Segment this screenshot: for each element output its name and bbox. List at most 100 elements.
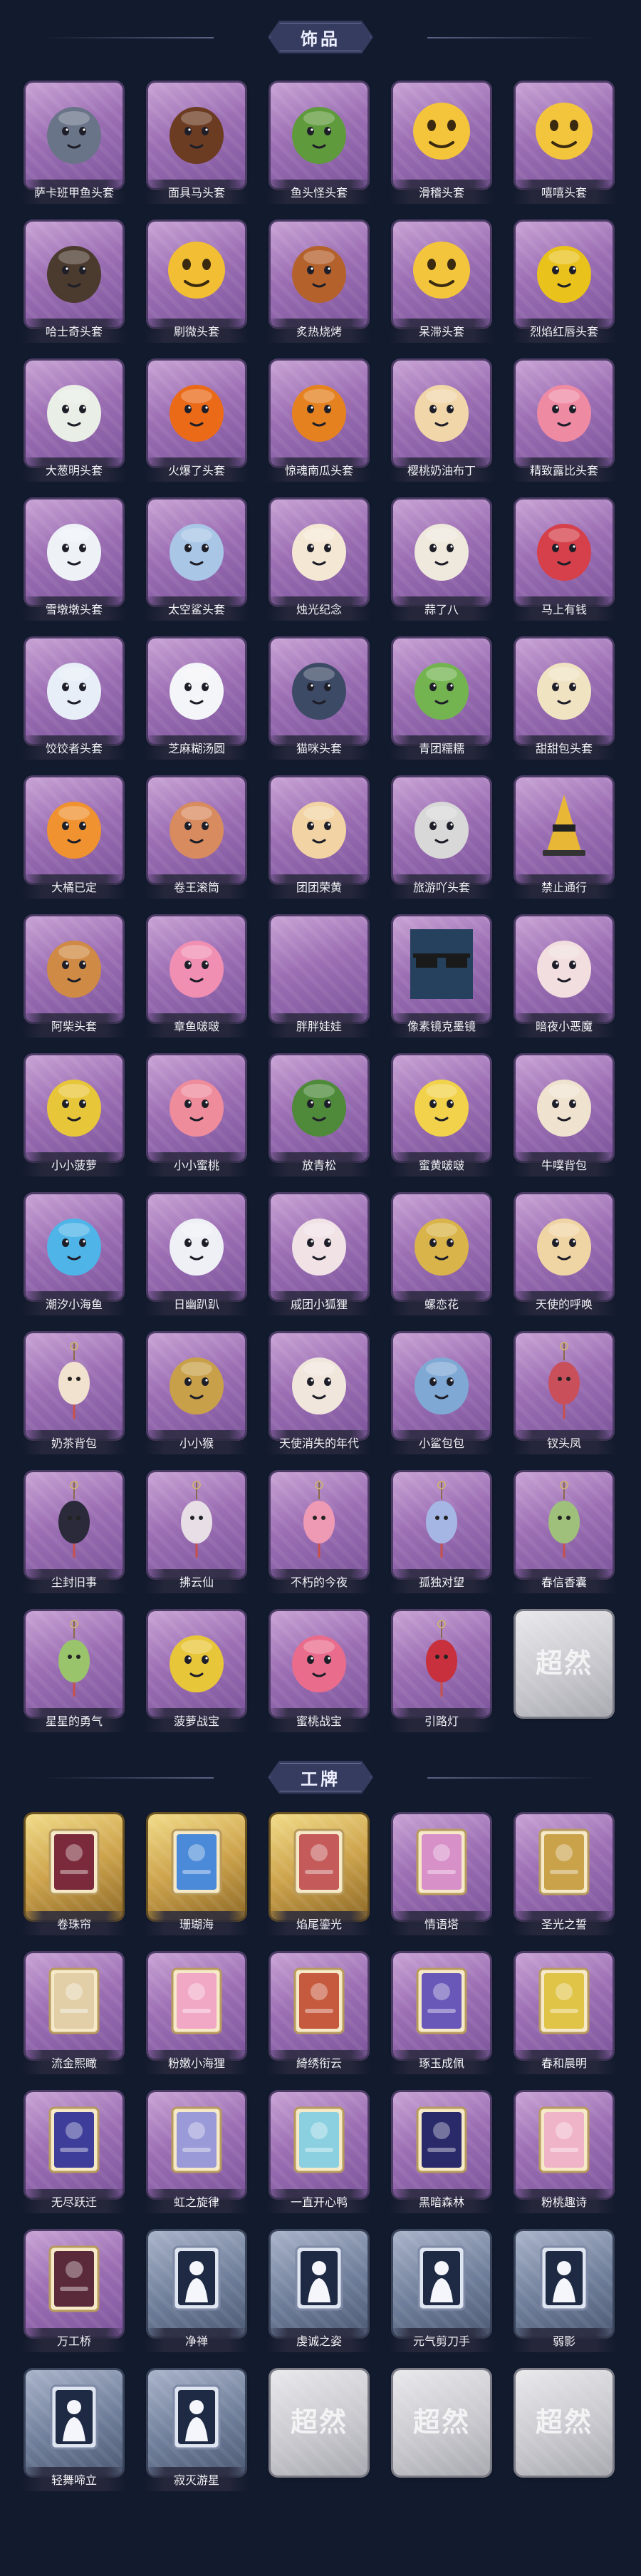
badge-item[interactable]: 虔诚之姿 [266, 2231, 372, 2352]
accessory-item[interactable]: 潮汐小海鱼 [21, 1194, 127, 1315]
item-card-frame [26, 638, 123, 744]
badge-item[interactable]: 粉嫩小海狸 [144, 1953, 249, 2074]
accessory-item[interactable]: 蜜黄啵啵 [389, 1055, 494, 1176]
badge-item[interactable]: 珊瑚海 [144, 1814, 249, 1935]
accessory-item[interactable]: 放青松 [266, 1055, 372, 1176]
accessory-item[interactable]: 猫咪头套 [266, 638, 372, 760]
badge-item[interactable]: 元气剪刀手 [389, 2231, 494, 2352]
accessory-item[interactable]: 甜甜包头套 [511, 638, 617, 760]
accessory-item[interactable]: 马上有钱 [511, 500, 617, 621]
badge-item[interactable]: 净禅 [144, 2231, 249, 2352]
accessory-item[interactable]: 青团糯糯 [389, 638, 494, 760]
badge-item[interactable]: 卷珠帘 [21, 1814, 127, 1935]
smirk-emoji-icon [413, 103, 470, 160]
accessory-item[interactable]: 小鲨包包 [389, 1333, 494, 1454]
accessory-item[interactable]: 小小蜜桃 [144, 1055, 249, 1176]
badge-item[interactable]: 轻舞啼立 [21, 2370, 127, 2491]
accessory-item[interactable]: 超然 [511, 1611, 617, 1732]
accessory-item[interactable]: 大橘已定 [21, 777, 127, 899]
accessory-item[interactable]: 小小菠萝 [21, 1055, 127, 1176]
badge-item[interactable]: 琢玉成佩 [389, 1953, 494, 2074]
badge-card-icon [538, 1828, 590, 1895]
accessory-item[interactable]: 饺饺者头套 [21, 638, 127, 760]
badge-item[interactable]: 圣光之誓 [511, 1814, 617, 1935]
accessory-item[interactable]: 精致露比头套 [511, 361, 617, 482]
accessory-item[interactable]: 惊魂南瓜头套 [266, 361, 372, 482]
accessory-item[interactable]: 天使的呼唤 [511, 1194, 617, 1315]
badge-item[interactable]: 黑暗森林 [389, 2092, 494, 2213]
item-card-frame [26, 2231, 123, 2337]
accessory-item[interactable]: 烈焰红唇头套 [511, 222, 617, 343]
accessory-item[interactable]: 烛光纪念 [266, 500, 372, 621]
item-label: 马上有钱 [511, 596, 617, 621]
accessory-item[interactable]: 孤独对望 [389, 1472, 494, 1593]
accessory-item[interactable]: 引路灯 [389, 1611, 494, 1732]
accessory-item[interactable]: 小小猴 [144, 1333, 249, 1454]
accessory-item[interactable]: 萨卡班甲鱼头套 [21, 83, 127, 204]
accessory-item[interactable]: 火爆了头套 [144, 361, 249, 482]
badge-item[interactable]: 超然 [266, 2370, 372, 2491]
badge-item[interactable]: 万工桥 [21, 2231, 127, 2352]
badge-item[interactable]: 虹之旋律 [144, 2092, 249, 2213]
husky-head-icon [47, 246, 101, 303]
item-card-frame [148, 2231, 245, 2337]
accessory-item[interactable]: 螺恋花 [389, 1194, 494, 1315]
badge-item[interactable]: 弱影 [511, 2231, 617, 2352]
accessory-item[interactable]: 日幽趴趴 [144, 1194, 249, 1315]
smile-emoji-icon [168, 242, 225, 299]
accessory-item[interactable]: 刷微头套 [144, 222, 249, 343]
accessory-item[interactable]: 滑稽头套 [389, 83, 494, 204]
badge-item[interactable]: 一直开心鸭 [266, 2092, 372, 2213]
item-card-frame [26, 83, 123, 188]
accessory-item[interactable]: 旅游吖头套 [389, 777, 494, 899]
accessory-item[interactable]: 面具马头套 [144, 83, 249, 204]
accessory-item[interactable]: 戚团小狐狸 [266, 1194, 372, 1315]
accessory-item[interactable]: 禁止通行 [511, 777, 617, 899]
accessory-item[interactable]: 卷王滚筒 [144, 777, 249, 899]
accessory-item[interactable]: 章鱼啵啵 [144, 916, 249, 1038]
badge-item[interactable]: 粉桃趣诗 [511, 2092, 617, 2213]
accessory-item[interactable]: 炙热烧烤 [266, 222, 372, 343]
accessory-item[interactable]: 暗夜小恶魔 [511, 916, 617, 1038]
badge-item[interactable]: 綺绣衔云 [266, 1953, 372, 2074]
accessory-item[interactable]: 芝麻糊汤圆 [144, 638, 249, 760]
accessory-item[interactable]: 奶茶背包 [21, 1333, 127, 1454]
badge-item[interactable]: 情语塔 [389, 1814, 494, 1935]
badge-item[interactable]: 超然 [389, 2370, 494, 2491]
accessory-item[interactable]: 牛噗背包 [511, 1055, 617, 1176]
accessory-item[interactable]: 樱桃奶油布丁 [389, 361, 494, 482]
accessory-item[interactable]: 拂云仙 [144, 1472, 249, 1593]
accessory-item[interactable]: 春信香囊 [511, 1472, 617, 1593]
accessory-item[interactable]: 蜜桃战宝 [266, 1611, 372, 1732]
accessory-item[interactable]: 哈士奇头套 [21, 222, 127, 343]
accessory-item[interactable]: 鱼头怪头套 [266, 83, 372, 204]
item-card-frame [26, 222, 123, 327]
accessory-item[interactable]: 呆滞头套 [389, 222, 494, 343]
accessory-item[interactable]: 蒜了八 [389, 500, 494, 621]
accessory-item[interactable]: 太空鲨头套 [144, 500, 249, 621]
accessory-item[interactable]: 雪墩墩头套 [21, 500, 127, 621]
badge-item[interactable]: 流金熙瞰 [21, 1953, 127, 2074]
badge-item[interactable]: 春和晨明 [511, 1953, 617, 2074]
item-label: 潮汐小海鱼 [21, 1291, 127, 1315]
accessory-item[interactable]: 天使消失的年代 [266, 1333, 372, 1454]
accessory-item[interactable]: 团团荣黄 [266, 777, 372, 899]
badge-item[interactable]: 焰尾鎏光 [266, 1814, 372, 1935]
accessory-item[interactable]: 菠萝战宝 [144, 1611, 249, 1732]
accessory-item[interactable]: 星星的勇气 [21, 1611, 127, 1732]
accessory-item[interactable]: 钗头凤 [511, 1333, 617, 1454]
item-label: 雪墩墩头套 [21, 596, 127, 621]
accessory-item[interactable]: 阿柴头套 [21, 916, 127, 1038]
angel-icon [537, 1219, 591, 1276]
accessory-item[interactable]: 大葱明头套 [21, 361, 127, 482]
accessory-item[interactable]: 嘻嘻头套 [511, 83, 617, 204]
item-label: 綺绣衔云 [266, 2050, 372, 2074]
badge-item[interactable]: 寂灭游星 [144, 2370, 249, 2491]
accessory-item[interactable]: 胖胖娃娃 [266, 916, 372, 1038]
accessory-item[interactable]: 像素镜克墨镜 [389, 916, 494, 1038]
badge-item[interactable]: 超然 [511, 2370, 617, 2491]
badge-item[interactable]: 无尽跃迁 [21, 2092, 127, 2213]
accessory-item[interactable]: 不朽的今夜 [266, 1472, 372, 1593]
green-fish-icon [292, 107, 346, 164]
accessory-item[interactable]: 尘封旧事 [21, 1472, 127, 1593]
